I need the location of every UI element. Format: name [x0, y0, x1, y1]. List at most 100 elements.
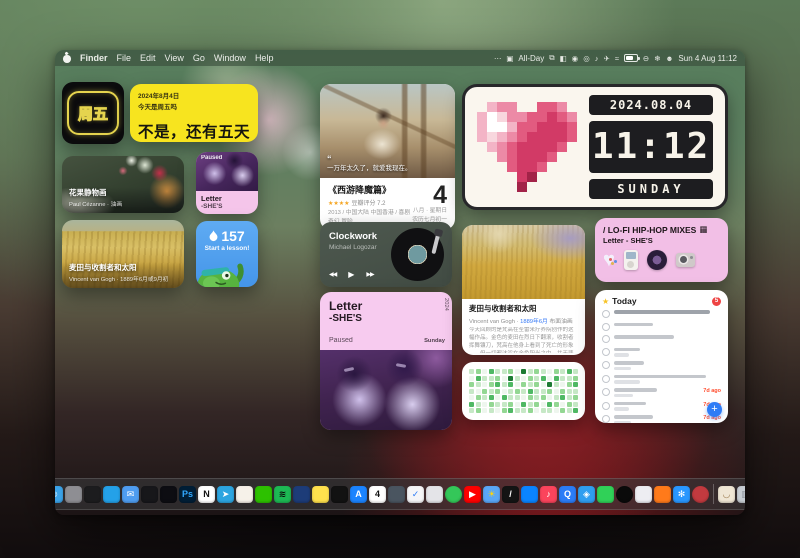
dock-icon-qq[interactable]: [160, 486, 177, 503]
dock-icon-mail[interactable]: ✉: [122, 486, 139, 503]
menu-finder[interactable]: Finder: [80, 53, 108, 63]
reminder-checkbox[interactable]: [602, 361, 610, 369]
dock-icon-launchpad[interactable]: [65, 486, 82, 503]
more-icon[interactable]: ⋯: [494, 54, 502, 63]
dock-icon-appstore[interactable]: A: [350, 486, 367, 503]
reminder-checkbox[interactable]: [602, 335, 610, 343]
dock-icon-vscode[interactable]: [103, 486, 120, 503]
widget-pixel-clock[interactable]: 2024.08.04 11:12 SUNDAY: [462, 84, 728, 210]
menu-edit[interactable]: Edit: [140, 53, 156, 63]
dock-icon-music[interactable]: ♪: [540, 486, 557, 503]
dock-icon-app-black-circle[interactable]: [616, 486, 633, 503]
dock-icon-finder[interactable]: ☺: [55, 486, 63, 503]
next-button[interactable]: ▶▶: [366, 271, 373, 278]
reminder-checkbox[interactable]: [602, 375, 610, 383]
stage-manager-icon[interactable]: ◧: [560, 54, 567, 63]
painting-date-link[interactable]: 1889年6月: [520, 319, 548, 325]
dock-icon-app-blue[interactable]: [521, 486, 538, 503]
reminder-checkbox[interactable]: [602, 323, 610, 331]
reminder-item[interactable]: [602, 310, 721, 318]
dock-icon-trash[interactable]: ▥: [737, 486, 745, 503]
battery-icon[interactable]: [624, 54, 638, 62]
reminder-item[interactable]: [602, 335, 721, 343]
widget-contributions[interactable]: [462, 362, 585, 420]
contribution-cell: [541, 408, 546, 413]
airdrop-icon[interactable]: ✈: [604, 54, 610, 63]
dock-icon-app-green-circle[interactable]: [445, 486, 462, 503]
focus-icon[interactable]: ⊖: [643, 54, 649, 63]
dock-icon-youtube[interactable]: ▶: [464, 486, 481, 503]
dock-icon-spotify[interactable]: ≋: [274, 486, 291, 503]
dock-icon-notes[interactable]: [312, 486, 329, 503]
dock-icon-photoshop[interactable]: Ps: [179, 486, 196, 503]
dock-icon-weather[interactable]: ☀: [483, 486, 500, 503]
reminder-checkbox[interactable]: [602, 310, 610, 318]
dock-icon-freeform[interactable]: ✻: [673, 486, 690, 503]
dock-icon-app-navy[interactable]: [293, 486, 310, 503]
dock-icon-telegram[interactable]: ➤: [217, 486, 234, 503]
menu-view[interactable]: View: [165, 53, 184, 63]
dock-icon-phone[interactable]: [597, 486, 614, 503]
reminder-item[interactable]: [602, 361, 721, 370]
reminder-item[interactable]: 7d ago: [602, 402, 721, 411]
reminder-checkbox[interactable]: [602, 348, 610, 356]
reminder-item[interactable]: [602, 323, 721, 331]
dock-icon-downloads-bag[interactable]: ◡: [718, 486, 735, 503]
snowflake-icon[interactable]: ❄: [654, 54, 660, 63]
widget-lofi-mixes[interactable]: / LO-FI HIP-HOP MIXES▦ Letter - SHE'S ♥: [595, 218, 728, 282]
dock-icon-notion[interactable]: N: [198, 486, 215, 503]
reminder-checkbox[interactable]: [602, 415, 610, 423]
dock-icon-calendar[interactable]: 4: [369, 486, 386, 503]
previous-button[interactable]: ◀◀: [329, 271, 336, 278]
dock-icon-app-orange[interactable]: [654, 486, 671, 503]
reminder-item[interactable]: [602, 375, 721, 384]
menu-go[interactable]: Go: [193, 53, 205, 63]
dock-icon-security[interactable]: ◈: [578, 486, 595, 503]
dock-icon-app-black[interactable]: [331, 486, 348, 503]
play-button[interactable]: ▶: [348, 270, 354, 279]
menu-file[interactable]: File: [117, 53, 132, 63]
controller-icon[interactable]: ◎: [583, 54, 590, 63]
album-artist: -SHE'S: [329, 313, 362, 324]
reminder-item[interactable]: [602, 348, 721, 357]
apple-menu-icon[interactable]: [63, 54, 71, 63]
widget-art-vangogh[interactable]: 麦田与收割者和太阳 Vincent van Gogh · 1889年6月或9月初: [62, 220, 184, 288]
widget-art-vangogh-detail[interactable]: 麦田与收割者和太阳 Vincent van Gogh · 1889年6月 布面油…: [462, 225, 585, 355]
reminder-item[interactable]: 7d ago: [602, 415, 721, 423]
dock-icon-things[interactable]: ✓: [407, 486, 424, 503]
dock-icon-slack[interactable]: [236, 486, 253, 503]
menu-window[interactable]: Window: [214, 53, 246, 63]
screen-mirroring-icon[interactable]: ⧉: [549, 53, 554, 63]
reminder-item[interactable]: 7d ago: [602, 388, 721, 397]
dock-icon-app-slate[interactable]: [388, 486, 405, 503]
datetime-label[interactable]: Sun 4 Aug 11:12: [678, 54, 737, 63]
dock-icon-quark[interactable]: Q: [559, 486, 576, 503]
widget-art-cezanne[interactable]: 花果静物画 Paul Cézanne · 油画: [62, 156, 184, 213]
menu-help[interactable]: Help: [255, 53, 274, 63]
record-icon[interactable]: ◉: [572, 54, 579, 63]
dock-icon-app-dark-2[interactable]: [141, 486, 158, 503]
dock-icon-wechat[interactable]: [255, 486, 272, 503]
user-icon[interactable]: ☻: [666, 54, 674, 63]
widget-friday-sign[interactable]: 周五: [62, 82, 124, 144]
reminder-checkbox[interactable]: [602, 402, 610, 410]
widget-reminders-today[interactable]: ★ Today 5 7d ago7d ago7d ago +: [595, 290, 728, 423]
all-day-label[interactable]: All-Day: [518, 54, 544, 63]
dock-icon-app-light[interactable]: [426, 486, 443, 503]
widget-countdown[interactable]: 2024年8月4日 今天是周五吗 不是，还有五天: [130, 84, 258, 142]
input-source-icon[interactable]: ▣: [506, 54, 513, 63]
dock-icon-app-darkred[interactable]: [692, 486, 709, 503]
dock-icon-cursor[interactable]: [635, 486, 652, 503]
dock-icon-slash-app[interactable]: /: [502, 486, 519, 503]
widget-music-player[interactable]: Clockwork Michael Logozar ◀◀ ▶ ▶▶: [320, 222, 452, 287]
dock-icon-app-dark-1[interactable]: [84, 486, 101, 503]
widget-movie-calendar[interactable]: “ 一万年太久了，就爱我现在。 《西游降魔篇》 ★★★★豆瓣评分 7.2 201…: [320, 84, 455, 230]
music-icon[interactable]: ♪: [595, 54, 599, 63]
widget-now-playing-mini[interactable]: Paused Letter -SHE'S: [196, 152, 258, 214]
reminder-checkbox[interactable]: [602, 388, 610, 396]
wifi-icon[interactable]: ≈: [615, 54, 619, 63]
add-reminder-button[interactable]: +: [707, 402, 722, 417]
widget-letter-album[interactable]: Letter -SHE'S Paused Sunday 2024: [320, 292, 452, 430]
heart-pixel: [547, 152, 557, 162]
widget-streak[interactable]: 157 Start a lesson!: [196, 221, 258, 287]
